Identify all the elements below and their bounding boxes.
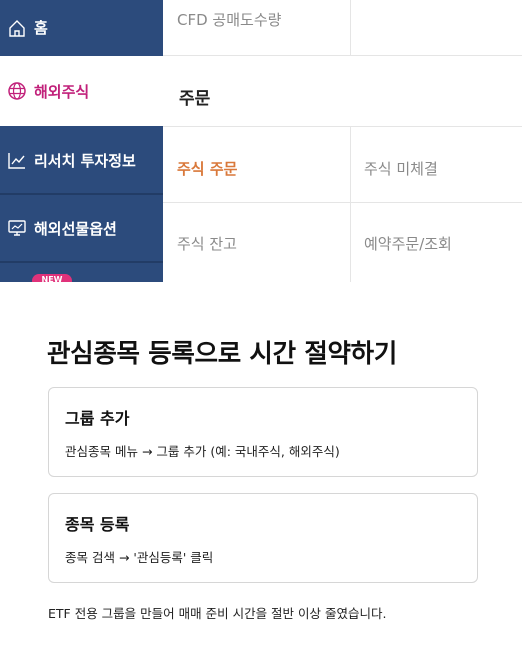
- menu-item-stock-order[interactable]: 주식 주문: [177, 158, 237, 179]
- sidebar-item-label: 리서치 투자정보: [34, 151, 136, 170]
- card-title: 그룹 추가: [65, 409, 130, 428]
- grid-divider: [350, 0, 351, 55]
- sidebar-item-label: 해외주식: [34, 82, 90, 101]
- card-description: 종목 검색 → '관심등록' 클릭: [65, 550, 214, 565]
- footer-note: ETF 전용 그룹을 만들어 매매 준비 시간을 절반 이상 줄였습니다.: [48, 606, 387, 621]
- grid-divider: [163, 202, 522, 203]
- section-title-order: 주문: [179, 89, 211, 109]
- sidebar-item-label: 해외선물옵션: [34, 219, 117, 238]
- grid-divider: [350, 126, 351, 282]
- step-card-register-stock: 종목 등록 종목 검색 → '관심등록' 클릭: [48, 493, 478, 583]
- sidebar-item-label: 홈: [34, 19, 48, 37]
- home-icon: [6, 17, 28, 39]
- new-badge: NEW: [32, 274, 72, 282]
- sidebar-divider: [0, 261, 163, 263]
- monitor-chart-icon: [6, 217, 28, 239]
- menu-item-stock-balance[interactable]: 주식 잔고: [177, 233, 237, 254]
- menu-item-reserved-orders[interactable]: 예약주문/조회: [364, 233, 452, 254]
- grid-divider: [163, 55, 522, 56]
- sidebar: 홈 해외주식 리서치 투자정보 해외선물옵션: [0, 0, 163, 282]
- app-screenshot: 홈 해외주식 리서치 투자정보 해외선물옵션 NEW CFD 공매도수량 주문: [0, 0, 522, 282]
- sidebar-item-research[interactable]: 리서치 투자정보: [0, 127, 163, 193]
- sidebar-item-futures-options[interactable]: 해외선물옵션: [0, 195, 163, 261]
- globe-icon: [6, 80, 28, 102]
- chart-line-icon: [6, 149, 28, 171]
- article-title: 관심종목 등록으로 시간 절약하기: [47, 339, 397, 369]
- menu-item-unfilled-orders[interactable]: 주식 미체결: [364, 158, 438, 179]
- card-title: 종목 등록: [65, 515, 130, 534]
- card-description: 관심종목 메뉴 → 그룹 추가 (예: 국내주식, 해외주식): [65, 444, 340, 459]
- sidebar-item-overseas-stock[interactable]: 해외주식: [0, 56, 163, 126]
- step-card-add-group: 그룹 추가 관심종목 메뉴 → 그룹 추가 (예: 국내주식, 해외주식): [48, 387, 478, 477]
- sidebar-item-home[interactable]: 홈: [0, 0, 163, 55]
- grid-divider: [163, 126, 522, 127]
- menu-item-cfd-short[interactable]: CFD 공매도수량: [177, 9, 281, 30]
